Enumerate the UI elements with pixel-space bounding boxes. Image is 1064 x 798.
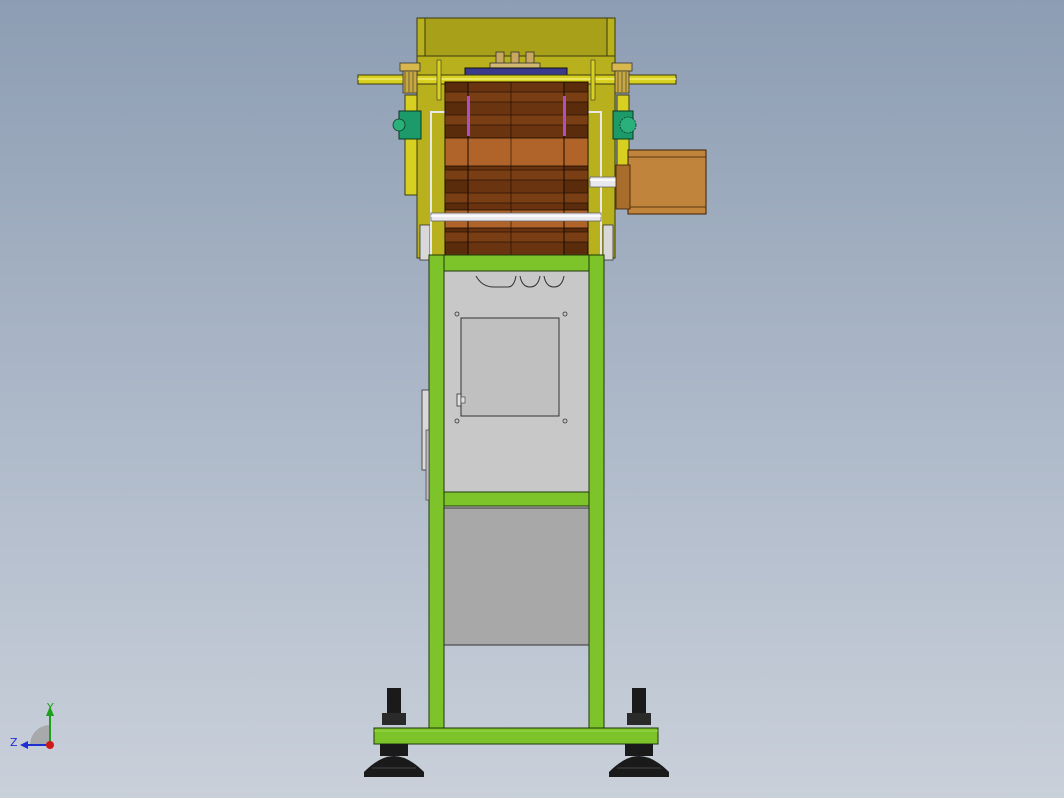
axis-z-label: Z xyxy=(10,736,18,749)
left-yellow-bar xyxy=(404,94,418,196)
axis-y-label: Y xyxy=(46,701,54,714)
right-teal-block xyxy=(612,110,637,140)
left-teal-block xyxy=(392,110,422,140)
gear-stack xyxy=(444,81,589,276)
top-posts xyxy=(489,51,541,70)
side-hinge xyxy=(421,389,430,501)
left-collar xyxy=(399,62,421,94)
right-lever xyxy=(590,59,596,101)
machine-drawing: Y Z xyxy=(10,17,707,777)
access-panel xyxy=(454,311,568,424)
lower-shaft xyxy=(430,212,602,222)
right-collar xyxy=(611,62,633,94)
cad-model-viewport[interactable]: Y Z xyxy=(0,0,1064,798)
left-lever xyxy=(436,59,442,101)
right-motor xyxy=(615,149,707,215)
axis-triad[interactable]: Y Z xyxy=(10,701,54,749)
